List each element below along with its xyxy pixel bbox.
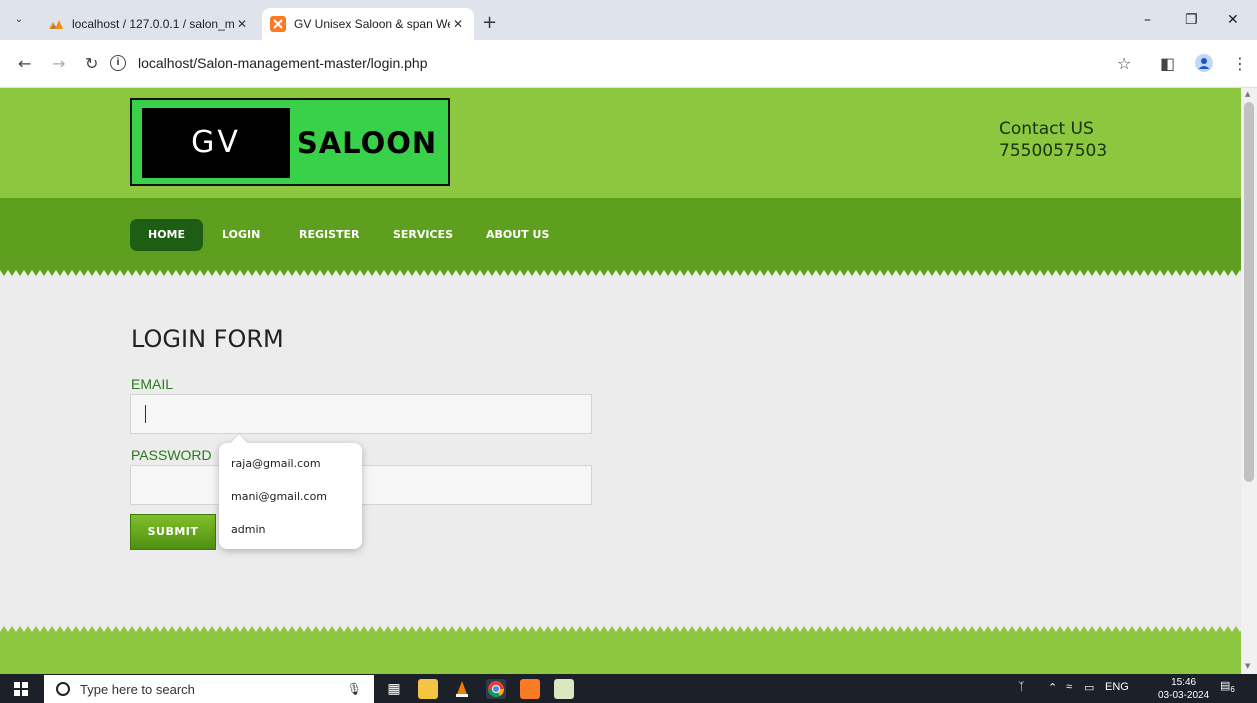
logo-saloon-text: SALOON [296, 126, 438, 160]
tab-title: localhost / 127.0.0.1 / salon_ma [72, 17, 234, 31]
nav-home[interactable]: HOME [130, 219, 204, 251]
logo-gv-text: GV [142, 108, 290, 178]
saloon-logo[interactable]: GV SALOON [130, 98, 450, 186]
contact-phone: 7550057503 [999, 141, 1108, 161]
new-tab-icon[interactable]: + [482, 12, 497, 33]
windows-taskbar: Type here to search 🎙 ▦ ᛉ ⌃ ≈ ▭ ENG 15:4… [0, 674, 1257, 703]
address-bar[interactable]: i localhost/Salon-management-master/logi… [110, 48, 1150, 78]
browser-tab-bar: ⌄ localhost / 127.0.0.1 / salon_ma ✕ GV … [0, 0, 1257, 40]
site-header: GV SALOON Contact US 7550057503 [0, 88, 1241, 198]
close-tab-icon[interactable]: ✕ [234, 17, 250, 31]
page-scrollbar[interactable]: ▲ ▼ [1241, 88, 1257, 674]
autofill-option-mani[interactable]: mani@gmail.com [231, 490, 327, 503]
url-text: localhost/Salon-management-master/login.… [138, 55, 428, 71]
site-info-icon[interactable]: i [110, 55, 126, 71]
forward-icon[interactable]: → [52, 54, 65, 73]
web-page: GV SALOON Contact US 7550057503 HOME LOG… [0, 88, 1241, 674]
footer-zigzag-divider [0, 622, 1241, 632]
vlc-icon[interactable] [452, 679, 472, 699]
email-label: EMAIL [131, 376, 174, 392]
nav-about-us[interactable]: ABOUT US [468, 219, 567, 251]
autofill-option-raja[interactable]: raja@gmail.com [231, 457, 321, 470]
xampp-taskbar-icon[interactable] [520, 679, 540, 699]
browser-tab-phpmyadmin[interactable]: localhost / 127.0.0.1 / salon_ma ✕ [40, 8, 258, 40]
scroll-up-icon[interactable]: ▲ [1245, 90, 1250, 98]
taskbar-search[interactable]: Type here to search 🎙 [44, 675, 374, 703]
scroll-down-icon[interactable]: ▼ [1245, 662, 1250, 670]
wifi-icon[interactable]: ≈ [1066, 681, 1072, 693]
nav-services[interactable]: SERVICES [375, 219, 471, 251]
restore-icon[interactable]: ❐ [1185, 12, 1198, 28]
phpmyadmin-icon [49, 20, 63, 29]
notification-center-icon[interactable]: ▤6 [1220, 679, 1235, 694]
contact-info: Contact US 7550057503 [999, 118, 1107, 162]
contact-label: Contact US [999, 119, 1094, 139]
profile-icon[interactable] [1195, 54, 1213, 76]
autofill-option-admin[interactable]: admin [231, 523, 265, 536]
clock-time: 15:46 [1171, 677, 1197, 688]
reload-icon[interactable]: ↻ [85, 54, 98, 73]
minimize-icon[interactable]: – [1144, 12, 1151, 28]
email-autofill-dropdown: raja@gmail.com mani@gmail.com admin [219, 434, 362, 549]
close-window-icon[interactable]: ✕ [1227, 12, 1239, 28]
notepad-plus-icon[interactable] [554, 679, 574, 699]
xampp-icon [270, 16, 286, 32]
microphone-icon[interactable]: 🎙 [347, 682, 362, 696]
menu-kebab-icon[interactable]: ⋮ [1232, 54, 1248, 73]
site-footer [0, 632, 1241, 674]
text-cursor [145, 405, 146, 423]
cortana-circle-icon [56, 682, 70, 696]
task-view-icon[interactable]: ▦ [384, 679, 404, 699]
taskbar-clock[interactable]: 15:46 03-03-2024 [1158, 676, 1209, 702]
language-indicator[interactable]: ENG [1105, 681, 1129, 693]
login-content: LOGIN FORM EMAIL PASSWORD SUBMIT [0, 270, 1241, 632]
login-form-title: LOGIN FORM [131, 325, 284, 353]
people-icon[interactable]: ᛉ [1018, 681, 1025, 693]
chrome-icon[interactable] [486, 679, 506, 699]
tray-chevron-icon[interactable]: ⌃ [1048, 681, 1057, 694]
side-panel-icon[interactable]: ◧ [1160, 54, 1175, 73]
email-field[interactable] [130, 394, 592, 434]
nav-login[interactable]: LOGIN [204, 219, 278, 251]
file-explorer-icon[interactable] [418, 679, 438, 699]
close-tab-icon[interactable]: ✕ [450, 17, 466, 31]
nav-zigzag-divider [0, 270, 1241, 280]
windows-start-icon[interactable] [14, 682, 28, 696]
notification-count: 6 [1230, 685, 1235, 695]
clock-date: 03-03-2024 [1158, 690, 1210, 701]
bookmark-star-icon[interactable]: ☆ [1117, 54, 1131, 73]
scroll-thumb[interactable] [1244, 102, 1254, 482]
tab-search-chevron-icon[interactable]: ⌄ [8, 10, 30, 30]
back-icon[interactable]: ← [18, 54, 31, 73]
main-nav: HOME LOGIN REGISTER SERVICES ABOUT US [0, 198, 1241, 270]
browser-tab-saloon[interactable]: GV Unisex Saloon & span Webs ✕ [262, 8, 474, 40]
nav-register[interactable]: REGISTER [281, 219, 378, 251]
browser-toolbar: ← → ↻ i localhost/Salon-management-maste… [0, 40, 1257, 88]
taskbar-search-placeholder: Type here to search [80, 681, 195, 697]
password-label: PASSWORD [131, 447, 212, 463]
tab-title: GV Unisex Saloon & span Webs [294, 17, 450, 31]
battery-icon[interactable]: ▭ [1084, 681, 1094, 694]
submit-button[interactable]: SUBMIT [130, 514, 216, 550]
